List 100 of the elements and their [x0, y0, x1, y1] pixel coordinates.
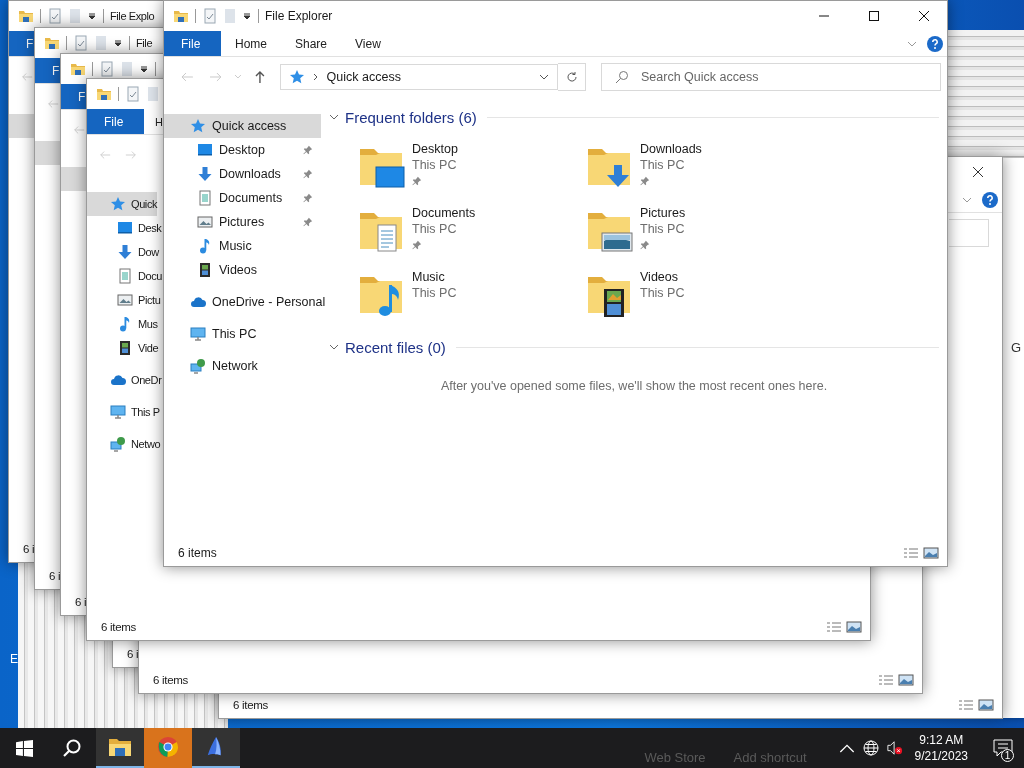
help-icon[interactable]: [927, 35, 943, 52]
properties-icon[interactable]: [47, 8, 63, 24]
partial-tab[interactable]: F: [9, 31, 35, 56]
clock-time[interactable]: 9:12 AM: [919, 732, 964, 748]
folder-icon[interactable]: [70, 61, 86, 77]
close-icon[interactable]: [972, 166, 984, 178]
folder-icon[interactable]: [44, 35, 60, 51]
ribbon-tab[interactable]: H: [144, 109, 163, 134]
pictures-icon: [117, 292, 133, 308]
folder-tile[interactable]: Pictures This PC: [586, 205, 814, 269]
nav-item[interactable]: Dow: [87, 240, 159, 264]
folder-tile[interactable]: Music This PC: [358, 269, 586, 333]
nav-selection[interactable]: [35, 141, 61, 165]
desktop-icon: [117, 220, 133, 236]
nav-selection[interactable]: [9, 114, 35, 138]
nav-item[interactable]: Netwo: [87, 432, 161, 456]
folder-location: This PC: [640, 221, 685, 237]
nav-item[interactable]: Vide: [87, 336, 159, 360]
address-bar[interactable]: Quick access: [279, 64, 559, 90]
folder-icon[interactable]: [96, 86, 112, 102]
nav-item[interactable]: Pictu: [87, 288, 161, 312]
downloads-icon: [197, 166, 213, 182]
videos-icon: [197, 262, 213, 278]
properties-icon[interactable]: [125, 86, 141, 102]
address-text: Quick access: [326, 70, 401, 84]
nav-item[interactable]: Docu: [87, 264, 163, 288]
window-text: G: [1011, 340, 1022, 355]
properties-icon[interactable]: [99, 61, 115, 77]
file-explorer-button[interactable]: [96, 728, 144, 768]
large-icons-view-icon[interactable]: [978, 699, 994, 711]
properties-icon[interactable]: [73, 35, 89, 51]
file-tab[interactable]: File: [87, 109, 144, 134]
sail-app-button[interactable]: [192, 728, 240, 768]
section-heading[interactable]: Frequent folders (6): [345, 108, 477, 126]
nav-item[interactable]: This PC: [164, 322, 321, 346]
folder-tile[interactable]: Desktop This PC: [358, 141, 586, 205]
folder-tile[interactable]: Downloads This PC: [586, 141, 814, 205]
folder-location: This PC: [640, 157, 685, 173]
refresh-button[interactable]: [558, 63, 586, 91]
large-icons-view-icon[interactable]: [846, 621, 862, 633]
search-field[interactable]: [949, 219, 989, 247]
chevron-icon[interactable]: [907, 40, 917, 47]
notification-button[interactable]: 1: [982, 728, 1024, 768]
section-heading[interactable]: Recent files (0): [345, 338, 446, 356]
help-icon[interactable]: [982, 191, 998, 208]
nav-item[interactable]: Pictures: [164, 210, 321, 234]
item-count: 6 i: [49, 570, 61, 582]
nav-item[interactable]: Quick access: [164, 114, 321, 138]
folder-icon[interactable]: [18, 8, 34, 24]
nav-item[interactable]: Desktop: [164, 138, 321, 162]
back-arrow-icon[interactable]: [21, 71, 33, 83]
details-view-icon[interactable]: [878, 674, 894, 686]
caret-icon[interactable]: [113, 38, 123, 48]
caret-icon[interactable]: [87, 11, 97, 21]
nav-item[interactable]: Videos: [164, 258, 321, 282]
details-view-icon[interactable]: [903, 547, 919, 559]
nav-item[interactable]: Quick: [87, 192, 158, 216]
nav-item[interactable]: This P: [87, 400, 160, 424]
partial-tab[interactable]: F: [35, 58, 61, 83]
search-field[interactable]: Search Quick access: [601, 63, 941, 91]
nav-item[interactable]: Desk: [87, 216, 162, 240]
details-view-icon[interactable]: [826, 621, 842, 633]
caret-icon[interactable]: [139, 64, 149, 74]
desktop-icon-label[interactable]: E: [10, 652, 18, 666]
new-folder-icon[interactable]: [145, 86, 161, 102]
empty-message: After you've opened some files, we'll show the most recent ones here.: [439, 379, 829, 393]
back-arrow-icon[interactable]: [47, 98, 59, 110]
cloud-icon: [110, 372, 126, 388]
folder-tile[interactable]: Videos This PC: [586, 269, 814, 333]
globe-icon[interactable]: [862, 740, 879, 756]
back-arrow-icon[interactable]: [73, 124, 85, 136]
muted-speaker-icon[interactable]: [886, 740, 903, 756]
search-icon: [615, 70, 629, 84]
folder-location: This PC: [412, 157, 457, 173]
large-icons-view-icon[interactable]: [923, 547, 939, 559]
clock-date[interactable]: 9/21/2023: [914, 748, 968, 764]
nav-selection[interactable]: [61, 167, 87, 191]
caret-icon[interactable]: [242, 11, 252, 21]
ribbon-tab[interactable]: Share: [281, 31, 342, 56]
pictures-icon: [197, 214, 213, 230]
chevron-icon[interactable]: [962, 196, 972, 203]
ribbon-tab[interactable]: View: [341, 31, 395, 56]
nav-item[interactable]: Documents: [164, 186, 321, 210]
collapse-icon[interactable]: [329, 344, 339, 350]
collapse-icon[interactable]: [329, 114, 339, 120]
large-icons-view-icon[interactable]: [898, 674, 914, 686]
message-icon: [993, 739, 1013, 757]
nav-item[interactable]: OneDr: [87, 368, 162, 392]
dropdown-icon[interactable]: [539, 74, 550, 80]
folder-icon[interactable]: [173, 8, 189, 24]
folder-tile[interactable]: Documents This PC: [358, 205, 586, 269]
nav-item[interactable]: Network: [164, 354, 321, 378]
details-view-icon[interactable]: [958, 699, 974, 711]
nav-item[interactable]: Downloads: [164, 162, 321, 186]
nav-item[interactable]: Mus: [87, 312, 158, 336]
properties-icon[interactable]: [202, 8, 218, 24]
nav-item[interactable]: Music: [164, 234, 321, 258]
ribbon-tab[interactable]: Home: [221, 31, 281, 56]
partial-tab[interactable]: F: [61, 84, 87, 109]
ribbon-tab[interactable]: File: [164, 31, 221, 56]
